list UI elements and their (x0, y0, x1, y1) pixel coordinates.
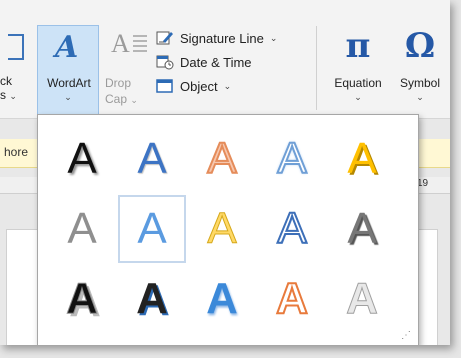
drop-cap-button[interactable]: A Drop Cap ⌄ (103, 25, 153, 115)
info-bar-text: hore (4, 145, 29, 159)
wordart-icon: A (55, 30, 79, 65)
wordart-style-15[interactable]: A (328, 265, 396, 333)
wordart-style-12[interactable]: A (118, 265, 186, 333)
wordart-style-13[interactable]: A (188, 265, 256, 333)
object-button[interactable]: Object ⌄ (156, 74, 306, 98)
omega-icon: Ω (404, 26, 436, 66)
quick-parts-label-2: s ⌄ (0, 88, 17, 102)
symbol-button[interactable]: Ω Symbol ⌄ (392, 26, 448, 114)
wordart-style-1[interactable]: A (48, 125, 116, 193)
calendar-clock-icon (156, 54, 174, 70)
wordart-style-14[interactable]: A (258, 265, 326, 333)
word-window: ck s ⌄ A WordArt ⌄ A Drop Cap ⌄ Signatur… (0, 0, 450, 345)
wordart-style-8[interactable]: A (188, 195, 256, 263)
wordart-gallery: A A A A A A A A A A A A A A A ⋰ (37, 114, 419, 345)
chevron-down-icon: ⌄ (416, 92, 424, 102)
pi-icon: π (345, 26, 371, 66)
symbol-label: Symbol (399, 76, 440, 90)
equation-button[interactable]: π Equation ⌄ (326, 26, 390, 114)
wordart-style-5[interactable]: A (328, 125, 396, 193)
date-time-button[interactable]: Date & Time (156, 50, 306, 74)
chevron-down-icon: ⌄ (64, 92, 72, 102)
insert-ribbon: ck s ⌄ A WordArt ⌄ A Drop Cap ⌄ Signatur… (0, 0, 450, 119)
group-divider (316, 26, 317, 110)
wordart-style-9[interactable]: A (258, 195, 326, 263)
quick-parts-icon (8, 34, 24, 60)
wordart-style-2[interactable]: A (118, 125, 186, 193)
object-icon (156, 78, 174, 94)
drop-cap-label: Drop Cap ⌄ (105, 76, 138, 106)
wordart-button[interactable]: A WordArt ⌄ (37, 25, 99, 115)
wordart-style-4[interactable]: A (258, 125, 326, 193)
wordart-style-11[interactable]: A (48, 265, 116, 333)
text-small-commands: Signature Line ⌄ Date & Time Object ⌄ (156, 26, 306, 98)
chevron-down-icon: ⌄ (269, 32, 278, 43)
signature-line-icon (156, 30, 174, 46)
chevron-down-icon: ⌄ (223, 80, 232, 91)
chevron-down-icon: ⌄ (354, 92, 362, 102)
wordart-gallery-grid: A A A A A A A A A A A A A A A (48, 125, 396, 333)
quick-parts-button[interactable]: ck s ⌄ (0, 30, 34, 120)
signature-line-button[interactable]: Signature Line ⌄ (156, 26, 306, 50)
wordart-style-6[interactable]: A (48, 195, 116, 263)
drop-cap-icon: A (111, 29, 147, 59)
wordart-style-7[interactable]: A (118, 195, 186, 263)
wordart-style-10[interactable]: A (328, 195, 396, 263)
equation-label: Equation (334, 76, 382, 90)
quick-parts-label-1: ck (0, 74, 12, 88)
resize-grip-icon[interactable]: ⋰ (401, 330, 412, 341)
wordart-label: WordArt (47, 76, 91, 90)
wordart-style-3[interactable]: A (188, 125, 256, 193)
